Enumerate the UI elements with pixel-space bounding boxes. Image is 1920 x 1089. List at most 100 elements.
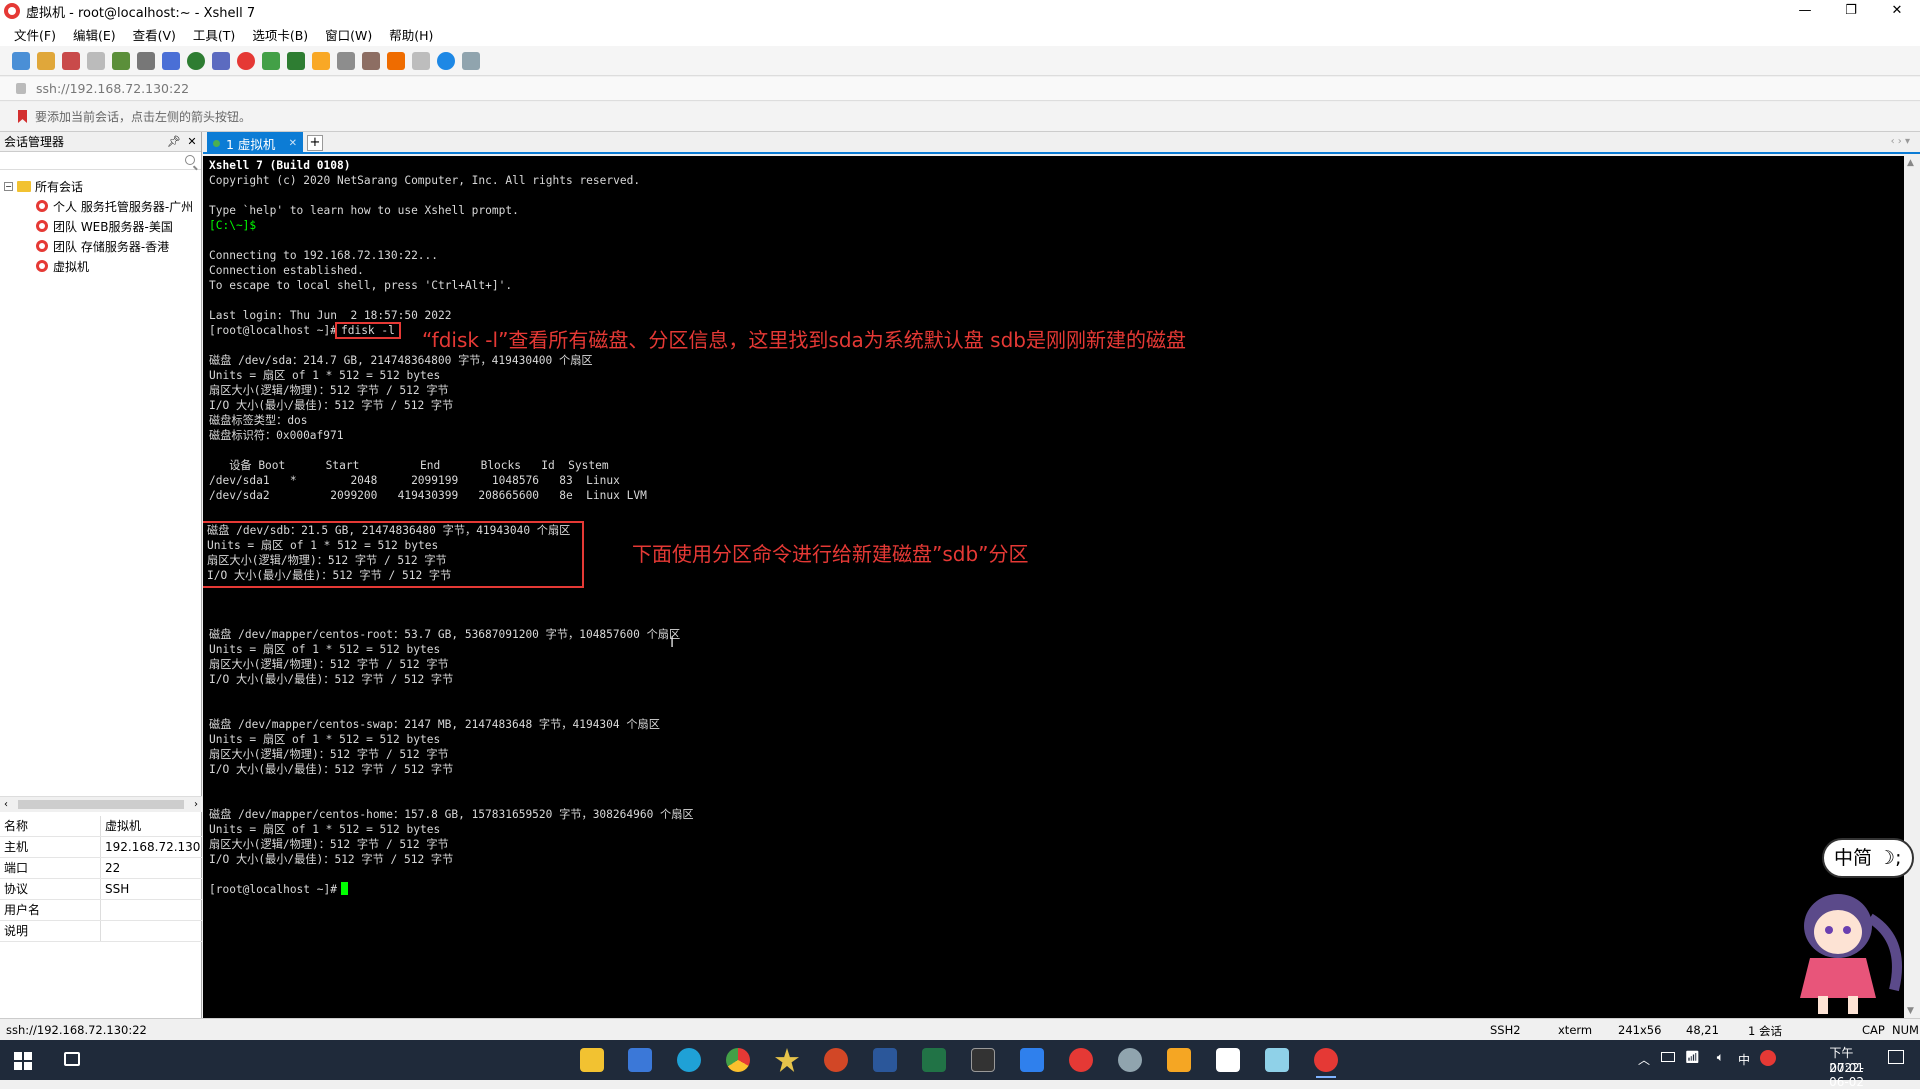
tab-close-icon[interactable]: ✕	[289, 138, 297, 149]
vmware-icon[interactable]	[1167, 1048, 1191, 1072]
status-bar: ssh://192.168.72.130:22 SSH2 xterm 241x5…	[0, 1018, 1920, 1040]
options-icon[interactable]	[412, 51, 430, 70]
scroll-right-icon[interactable]: ›	[194, 799, 198, 810]
property-row: 名称 虚拟机	[0, 816, 202, 837]
powerpoint-icon[interactable]	[824, 1048, 848, 1072]
menu-window[interactable]: 窗口(W)	[325, 25, 372, 44]
ime-status-bubble[interactable]: 中简 ☽;	[1822, 838, 1914, 878]
session-item[interactable]: 团队 存储服务器-香港	[0, 236, 201, 256]
sidebar-scrollbar[interactable]: ‹ ›	[0, 796, 202, 812]
typora-icon[interactable]	[1216, 1048, 1240, 1072]
keyboard-icon[interactable]	[337, 51, 355, 70]
script-icon[interactable]	[362, 51, 380, 70]
menu-file[interactable]: 文件(F)	[14, 25, 56, 44]
xmanager-icon[interactable]	[262, 51, 280, 70]
notification-icon[interactable]	[1888, 1050, 1904, 1064]
terminal-line: Xshell 7 (Build 0108)	[209, 159, 351, 172]
search-icon[interactable]	[185, 155, 195, 165]
input-language[interactable]: 中	[1738, 1051, 1750, 1068]
terminal-line: Units = 扇区 of 1 * 512 = 512 bytes	[207, 539, 439, 552]
menu-edit[interactable]: 编辑(E)	[73, 25, 116, 44]
disconnect-icon[interactable]	[87, 51, 105, 70]
xshell-taskbar-icon[interactable]	[1314, 1048, 1338, 1078]
tray-expand-icon[interactable]: ︿	[1638, 1051, 1650, 1068]
session-label: 团队 存储服务器-香港	[53, 239, 170, 254]
terminal-line: /dev/sda2 2099200 419430399 208665600 8e…	[209, 489, 647, 502]
clock-date[interactable]: 2022-06-02	[1829, 1061, 1864, 1089]
menu-view[interactable]: 查看(V)	[133, 25, 176, 44]
scroll-thumb[interactable]	[18, 800, 184, 809]
status-protocol: SSH2	[1490, 1023, 1521, 1037]
tab-bar: 1 虚拟机 ✕ + ‹ › ▾	[203, 132, 1920, 154]
session-item[interactable]: 虚拟机	[0, 256, 201, 276]
property-value	[101, 921, 105, 941]
menu-tabs[interactable]: 选项卡(B)	[252, 25, 308, 44]
collapse-icon[interactable]: −	[4, 181, 13, 191]
terminal-cursor	[340, 882, 348, 895]
tree-root-all-sessions[interactable]: − 所有会话	[0, 176, 201, 196]
start-icon[interactable]	[14, 1052, 32, 1070]
add-tab-button[interactable]: +	[307, 135, 323, 151]
chat-icon[interactable]	[462, 51, 480, 70]
file-explorer-icon[interactable]	[580, 1048, 604, 1072]
globe-icon[interactable]	[187, 51, 205, 70]
status-num: NUM	[1892, 1023, 1919, 1037]
chrome-icon[interactable]	[726, 1048, 750, 1072]
fullscreen-icon[interactable]	[287, 51, 305, 70]
scroll-up-icon[interactable]: ▲	[1907, 158, 1914, 168]
pin-icon[interactable]: 📌︎	[165, 135, 183, 148]
help-icon[interactable]	[437, 51, 455, 70]
netease-music-icon[interactable]	[1069, 1048, 1093, 1072]
status-sessions[interactable]: 1 会话	[1748, 1023, 1782, 1039]
terminal-line: 磁盘 /dev/sdb：21.5 GB, 21474836480 字节，4194…	[207, 524, 571, 537]
word-icon[interactable]	[873, 1048, 897, 1072]
scroll-left-icon[interactable]: ‹	[4, 799, 8, 810]
toolbar	[0, 46, 1920, 76]
edge-icon[interactable]	[677, 1048, 701, 1072]
compose-icon[interactable]	[387, 51, 405, 70]
close-icon[interactable]: ✕	[183, 135, 201, 148]
new-session-icon[interactable]	[12, 51, 30, 70]
notepad-icon[interactable]	[1265, 1048, 1289, 1072]
terminal-line: 设备 Boot Start End Blocks Id System	[209, 459, 609, 472]
sogou-ime-icon[interactable]	[1760, 1050, 1776, 1066]
session-item[interactable]: 团队 WEB服务器-美国	[0, 216, 201, 236]
vscode-icon[interactable]	[1020, 1048, 1044, 1072]
font-icon[interactable]	[212, 51, 230, 70]
find-icon[interactable]	[137, 51, 155, 70]
terminal-output[interactable]: Xshell 7 (Build 0108) Copyright (c) 2020 …	[203, 156, 1904, 1018]
tab-session[interactable]: 1 虚拟机 ✕	[207, 132, 303, 154]
minimize-button[interactable]: —	[1782, 0, 1828, 22]
network-tool-icon[interactable]	[1118, 1048, 1142, 1072]
lock-icon[interactable]	[312, 51, 330, 70]
menu-tools[interactable]: 工具(T)	[193, 25, 235, 44]
open-folder-icon[interactable]	[37, 51, 55, 70]
task-view-icon[interactable]	[64, 1052, 80, 1066]
terminal-line: Connection established.	[209, 264, 364, 277]
terminal-line: /dev/sda1 * 2048 2099199 1048576 83 Linu…	[209, 474, 620, 487]
terminal-line: Units = 扇区 of 1 * 512 = 512 bytes	[209, 369, 441, 382]
address-field[interactable]: ssh://192.168.72.130:22	[36, 81, 189, 96]
menu-help[interactable]: 帮助(H)	[389, 25, 433, 44]
session-item[interactable]: 个人 服务托管服务器-广州	[0, 196, 201, 216]
volume-icon[interactable]: 🔈︎	[1717, 1050, 1724, 1065]
wifi-icon[interactable]: 📶︎	[1685, 1050, 1700, 1064]
layout-icon[interactable]	[162, 51, 180, 70]
terminal-icon[interactable]	[971, 1048, 995, 1072]
bookmark-icon[interactable]	[18, 110, 27, 123]
close-button[interactable]: ✕	[1874, 0, 1920, 22]
tab-nav-arrows[interactable]: ‹ › ▾	[1891, 136, 1910, 147]
xftp-icon[interactable]	[237, 51, 255, 70]
favorites-icon[interactable]	[775, 1048, 799, 1072]
maximize-button[interactable]: ❐	[1828, 0, 1874, 22]
transfer-icon[interactable]	[112, 51, 130, 70]
property-key: 名称	[0, 816, 101, 836]
battery-icon[interactable]	[1661, 1052, 1675, 1062]
excel-icon[interactable]	[922, 1048, 946, 1072]
store-icon[interactable]	[628, 1048, 652, 1072]
session-search-input[interactable]	[0, 152, 201, 170]
connect-icon[interactable]	[62, 51, 80, 70]
